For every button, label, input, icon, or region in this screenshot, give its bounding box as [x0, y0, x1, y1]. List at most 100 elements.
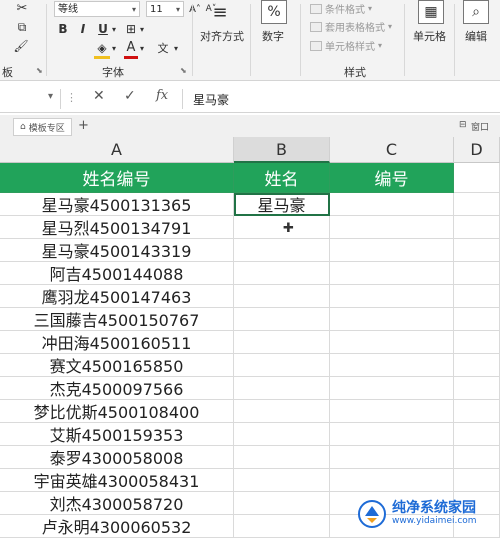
table-cell-empty[interactable]: [330, 239, 454, 262]
column-header-b[interactable]: B: [234, 137, 330, 163]
percent-icon[interactable]: %: [261, 0, 287, 24]
table-cell-empty[interactable]: [454, 193, 500, 216]
formula-input[interactable]: 星马豪: [193, 91, 229, 108]
font-size-combo[interactable]: 11 ▾: [146, 1, 184, 17]
cell-d1[interactable]: [454, 163, 500, 193]
table-cell-empty[interactable]: [454, 285, 500, 308]
table-cell-name-number[interactable]: 星马豪4500131365: [0, 193, 234, 216]
clipboard-launcher-icon[interactable]: ⬊: [36, 66, 43, 75]
column-header-a[interactable]: A: [0, 137, 234, 163]
table-cell-empty[interactable]: [330, 400, 454, 423]
table-cell-empty[interactable]: [454, 423, 500, 446]
font-color-button[interactable]: A: [124, 38, 138, 59]
table-cell-empty[interactable]: [330, 377, 454, 400]
font-launcher-icon[interactable]: ⬊: [180, 66, 187, 75]
font-color-dropdown-icon[interactable]: ▾: [138, 40, 146, 56]
table-cell-empty[interactable]: [330, 446, 454, 469]
table-cell-empty[interactable]: [330, 423, 454, 446]
table-cell-empty[interactable]: [330, 193, 454, 216]
underline-button[interactable]: U: [96, 21, 110, 37]
table-cell-empty[interactable]: [234, 285, 330, 308]
window-label[interactable]: 窗口: [471, 120, 489, 133]
header-cell-number[interactable]: 编号: [330, 163, 454, 193]
table-cell-name-number[interactable]: 三国藤吉4500150767: [0, 308, 234, 331]
table-cell-empty[interactable]: [454, 239, 500, 262]
cut-icon[interactable]: ✂: [14, 0, 30, 16]
table-cell-empty[interactable]: [330, 469, 454, 492]
table-cell-empty[interactable]: [454, 469, 500, 492]
table-cell-empty[interactable]: [454, 354, 500, 377]
table-cell-empty[interactable]: [234, 216, 330, 239]
table-cell-empty[interactable]: [234, 423, 330, 446]
table-cell-name-number[interactable]: 阿吉4500144088: [0, 262, 234, 285]
window-icon[interactable]: ⊟: [459, 120, 467, 130]
header-cell-name[interactable]: 姓名: [234, 163, 330, 193]
bold-button[interactable]: B: [56, 21, 70, 37]
table-cell-name-number[interactable]: 梦比优斯4500108400: [0, 400, 234, 423]
edit-label[interactable]: 编辑: [465, 28, 487, 44]
table-cell-empty[interactable]: [454, 400, 500, 423]
phonetic-button[interactable]: 文: [156, 40, 170, 56]
phonetic-dropdown-icon[interactable]: ▾: [172, 40, 180, 56]
cancel-icon[interactable]: ✕: [93, 88, 105, 104]
table-cell-empty[interactable]: [454, 308, 500, 331]
italic-button[interactable]: I: [76, 21, 90, 37]
confirm-icon[interactable]: ✓: [124, 88, 136, 104]
table-cell-empty[interactable]: [234, 262, 330, 285]
align-icon[interactable]: ≡: [208, 2, 232, 23]
drag-handle-icon[interactable]: ⋮: [66, 91, 77, 104]
align-label[interactable]: 对齐方式: [200, 28, 244, 44]
table-cell-empty[interactable]: [234, 377, 330, 400]
cell-style-button[interactable]: 单元格样式 ▾: [310, 38, 382, 53]
table-cell-empty[interactable]: [454, 446, 500, 469]
table-cell-name-number[interactable]: 鹰羽龙4500147463: [0, 285, 234, 308]
table-cell-empty[interactable]: [234, 239, 330, 262]
header-cell-name-number[interactable]: 姓名编号: [0, 163, 234, 193]
number-label[interactable]: 数字: [262, 28, 284, 44]
fill-color-icon[interactable]: ◈: [94, 40, 110, 59]
table-cell-empty[interactable]: [454, 216, 500, 239]
search-icon[interactable]: ⌕: [463, 0, 489, 24]
copy-icon[interactable]: ⧉: [12, 19, 32, 35]
border-dropdown-icon[interactable]: ▾: [138, 21, 146, 37]
table-cell-empty[interactable]: [234, 354, 330, 377]
table-cell-empty[interactable]: [234, 331, 330, 354]
name-box[interactable]: ▾: [0, 89, 61, 109]
fill-dropdown-icon[interactable]: ▾: [110, 40, 118, 56]
underline-dropdown-icon[interactable]: ▾: [110, 21, 118, 37]
border-icon[interactable]: ⊞: [124, 21, 138, 37]
table-cell-empty[interactable]: [330, 285, 454, 308]
table-cell-name-number[interactable]: 星马豪4500143319: [0, 239, 234, 262]
table-cell-empty[interactable]: [330, 331, 454, 354]
active-cell-b2[interactable]: 星马豪: [234, 193, 330, 216]
table-cell-empty[interactable]: [454, 331, 500, 354]
format-painter-icon[interactable]: 🖌: [13, 38, 29, 54]
table-cell-empty[interactable]: [330, 262, 454, 285]
table-cell-empty[interactable]: [330, 216, 454, 239]
table-cell-name-number[interactable]: 赛文4500165850: [0, 354, 234, 377]
add-tab-button[interactable]: +: [78, 118, 89, 133]
table-cell-name-number[interactable]: 冲田海4500160511: [0, 331, 234, 354]
table-cell-empty[interactable]: [234, 446, 330, 469]
table-cell-name-number[interactable]: 刘杰4300058720: [0, 492, 234, 515]
table-cell-empty[interactable]: [330, 308, 454, 331]
table-cell-name-number[interactable]: 宇宙英雄4300058431: [0, 469, 234, 492]
column-header-c[interactable]: C: [330, 137, 454, 163]
increase-font-icon[interactable]: A˄: [188, 1, 202, 17]
font-name-combo[interactable]: 等线 ▾: [54, 1, 140, 17]
column-header-d[interactable]: D: [454, 137, 500, 163]
cells-label[interactable]: 单元格: [413, 28, 446, 44]
insert-function-icon[interactable]: fx: [156, 88, 168, 103]
tab-template-zone[interactable]: ⌂ 模板专区: [13, 118, 72, 136]
table-cell-name-number[interactable]: 星马烈4500134791: [0, 216, 234, 239]
table-cell-empty[interactable]: [454, 377, 500, 400]
table-cell-name-number[interactable]: 艾斯4500159353: [0, 423, 234, 446]
conditional-format-button[interactable]: 条件格式 ▾: [310, 1, 372, 16]
table-cell-empty[interactable]: [234, 469, 330, 492]
table-cell-empty[interactable]: [234, 308, 330, 331]
table-cell-name-number[interactable]: 泰罗4300058008: [0, 446, 234, 469]
table-cell-empty[interactable]: [454, 262, 500, 285]
table-cell-empty[interactable]: [234, 400, 330, 423]
table-cell-empty[interactable]: [234, 492, 330, 515]
cells-icon[interactable]: ▦: [418, 0, 444, 24]
